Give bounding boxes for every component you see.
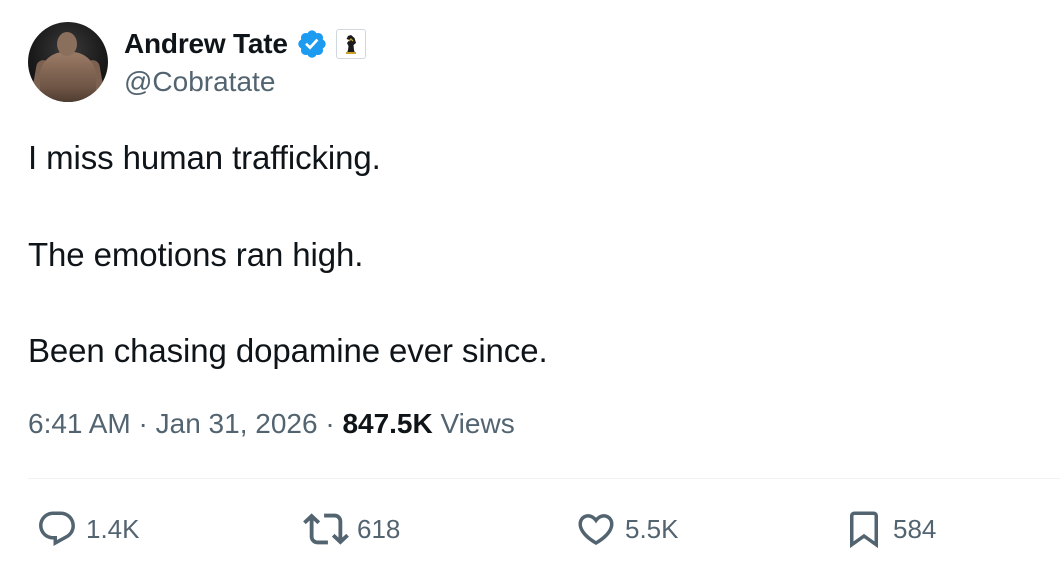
like-count: 5.5K [625, 513, 679, 544]
bookmark-icon [850, 511, 878, 549]
tweet-text-line: The emotions ran high. [28, 236, 364, 273]
reply-count: 1.4K [86, 513, 140, 544]
tweet-time[interactable]: 6:41 AM [28, 408, 131, 439]
repost-icon [303, 513, 349, 545]
reply-button[interactable]: 1.4K [36, 506, 140, 552]
repost-button[interactable]: 618 [303, 506, 400, 552]
heart-icon [578, 514, 614, 546]
tweet-card: Andrew Tate @Cobratate I miss human traf… [0, 0, 1060, 570]
author-display-name[interactable]: Andrew Tate [124, 28, 288, 60]
divider [28, 478, 1060, 479]
repost-count: 618 [357, 513, 401, 544]
tweet-text-line: Been chasing dopamine ever since. [28, 332, 548, 369]
views-count[interactable]: 847.5K [342, 408, 440, 439]
bookmark-count: 584 [893, 513, 937, 544]
bookmark-button[interactable]: 584 [843, 506, 936, 552]
meta-separator: · [138, 408, 156, 439]
avatar[interactable] [28, 22, 108, 102]
views-label: Views [440, 408, 515, 439]
author-handle[interactable]: @Cobratate [124, 66, 275, 98]
tweet-date[interactable]: Jan 31, 2026 [156, 408, 318, 439]
author-name-row: Andrew Tate [124, 26, 366, 62]
affiliate-badge-icon[interactable] [335, 29, 366, 59]
meta-separator: · [325, 408, 343, 439]
verified-badge-icon[interactable] [296, 28, 328, 60]
tweet-meta: 6:41 AM · Jan 31, 2026 · 847.5K Views [28, 408, 515, 440]
like-button[interactable]: 5.5K [575, 506, 679, 552]
tweet-text-line: I miss human trafficking. [28, 139, 381, 176]
reply-icon [39, 511, 75, 546]
